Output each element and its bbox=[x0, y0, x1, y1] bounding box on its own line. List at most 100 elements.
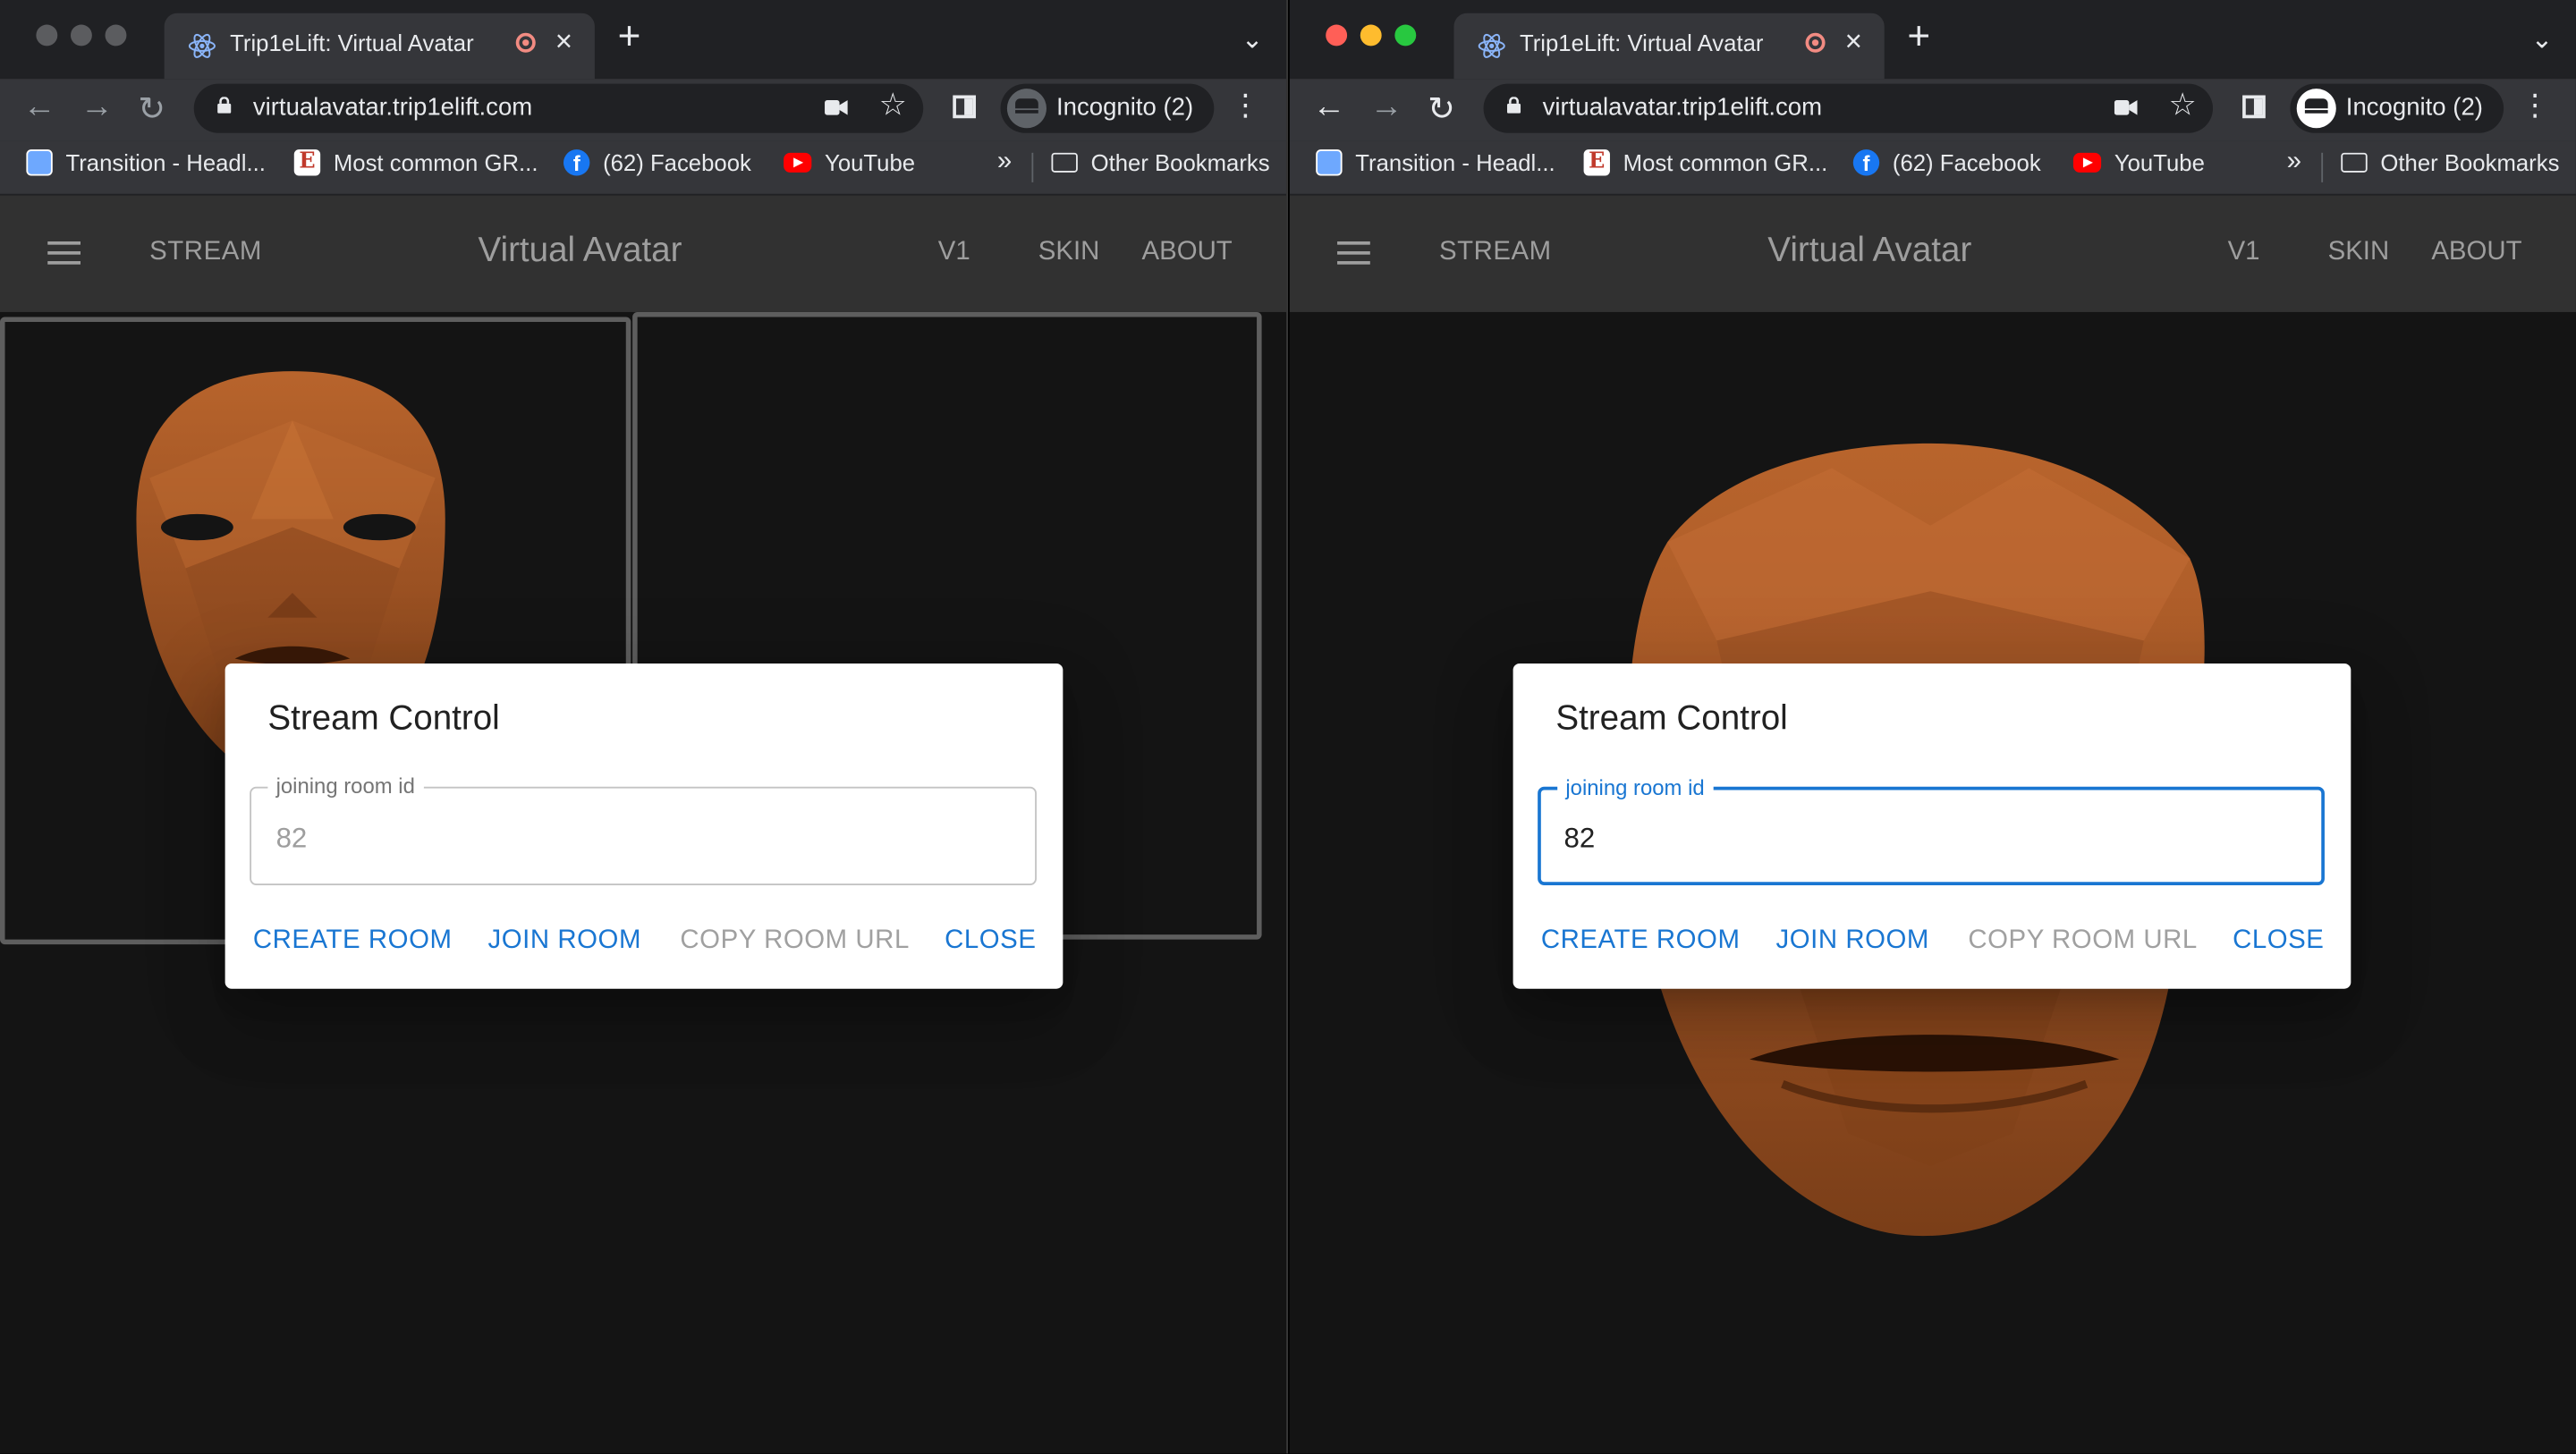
bookmark-item[interactable]: YouTube bbox=[2072, 149, 2205, 176]
profile-label: Incognito (2) bbox=[1055, 93, 1194, 122]
bookmark-item[interactable]: f (62) Facebook bbox=[1852, 149, 2041, 176]
hamburger-icon[interactable] bbox=[47, 241, 80, 265]
camera-icon[interactable] bbox=[825, 98, 848, 116]
minimize-window-button[interactable] bbox=[70, 24, 92, 46]
more-bookmarks-icon[interactable]: » bbox=[2287, 148, 2301, 177]
url-text: virtualavatar.trip1elift.com bbox=[252, 93, 533, 122]
reload-icon[interactable]: ↻ bbox=[1428, 89, 1455, 130]
transition-favicon-icon bbox=[26, 149, 53, 176]
hamburger-icon[interactable] bbox=[1337, 241, 1370, 265]
bookmark-separator bbox=[2321, 152, 2324, 182]
bookmark-item[interactable]: f (62) Facebook bbox=[563, 149, 751, 176]
forward-icon[interactable]: → bbox=[1370, 89, 1403, 126]
other-bookmarks-label: Other Bookmarks bbox=[1090, 149, 1270, 176]
bookmark-item[interactable]: Transition - Headl... bbox=[1316, 149, 1555, 176]
close-tab-icon[interactable]: × bbox=[555, 25, 572, 60]
tab-title: Trip1eLift: Virtual Avatar bbox=[1519, 30, 1764, 56]
incognito-profile-button[interactable]: Incognito (2) bbox=[2290, 83, 2504, 133]
bookmark-item[interactable]: Transition - Headl... bbox=[26, 149, 266, 176]
nav-skin[interactable]: SKIN bbox=[2328, 238, 2390, 267]
app-bar: STREAM Virtual Avatar V1 SKIN ABOUT bbox=[1289, 195, 2576, 312]
lock-icon bbox=[1507, 97, 1521, 114]
close-tab-icon[interactable]: × bbox=[1845, 25, 1862, 60]
toolbar: ← → ↻ virtualavatar.trip1elift.com ☆ Inc… bbox=[1289, 79, 2576, 141]
new-tab-button[interactable]: + bbox=[618, 17, 641, 57]
room-id-field[interactable]: joining room id 82 bbox=[250, 773, 1037, 885]
recording-indicator-icon bbox=[515, 32, 536, 53]
e-favicon-icon: E bbox=[293, 149, 321, 176]
e-favicon-icon: E bbox=[1583, 149, 1610, 176]
other-bookmarks-label: Other Bookmarks bbox=[2380, 149, 2560, 176]
nav-stream[interactable]: STREAM bbox=[1439, 238, 1552, 267]
address-bar[interactable]: virtualavatar.trip1elift.com ☆ bbox=[193, 83, 924, 133]
browser-tab[interactable]: Trip1eLift: Virtual Avatar × bbox=[164, 13, 595, 80]
incognito-profile-button[interactable]: Incognito (2) bbox=[1000, 83, 1215, 133]
incognito-icon bbox=[2296, 89, 2336, 129]
other-bookmarks[interactable]: Other Bookmarks bbox=[1051, 149, 1270, 176]
bookmark-label: Transition - Headl... bbox=[1355, 149, 1555, 176]
tab-search-icon[interactable]: ⌄ bbox=[1241, 23, 1264, 56]
close-window-button[interactable] bbox=[1326, 24, 1348, 46]
minimize-window-button[interactable] bbox=[1360, 24, 1382, 46]
nav-stream[interactable]: STREAM bbox=[149, 238, 262, 267]
browser-tab[interactable]: Trip1eLift: Virtual Avatar × bbox=[1453, 13, 1885, 80]
side-panel-icon[interactable] bbox=[2242, 95, 2266, 119]
folder-icon bbox=[2341, 152, 2368, 173]
nav-about[interactable]: ABOUT bbox=[2431, 238, 2521, 267]
bookmark-item[interactable]: YouTube bbox=[784, 149, 915, 176]
bookmark-star-icon[interactable]: ☆ bbox=[2168, 87, 2196, 124]
other-bookmarks[interactable]: Other Bookmarks bbox=[2341, 149, 2560, 176]
room-id-field[interactable]: joining room id 82 bbox=[1538, 774, 2325, 885]
new-tab-button[interactable]: + bbox=[1907, 17, 1930, 57]
window-controls bbox=[36, 24, 127, 46]
facebook-icon: f bbox=[563, 149, 590, 176]
stream-control-dialog: Stream Control joining room id 82 CREATE… bbox=[1513, 664, 2351, 989]
bookmark-item[interactable]: E Most common GR... bbox=[293, 149, 538, 176]
room-id-value: 82 bbox=[275, 823, 308, 855]
browser-menu-icon[interactable]: ⋮ bbox=[2520, 89, 2549, 123]
bookmarks-bar: Transition - Headl... E Most common GR...… bbox=[1289, 140, 2576, 196]
profile-label: Incognito (2) bbox=[2345, 93, 2483, 122]
nav-about[interactable]: ABOUT bbox=[1142, 238, 1233, 267]
zoom-window-button[interactable] bbox=[1394, 24, 1417, 46]
join-room-button[interactable]: JOIN ROOM bbox=[1775, 926, 1929, 956]
copy-room-url-button: COPY ROOM URL bbox=[1968, 926, 2198, 955]
back-icon[interactable]: ← bbox=[23, 89, 56, 126]
bookmark-label: Most common GR... bbox=[333, 149, 538, 176]
tab-strip: Trip1eLift: Virtual Avatar × + ⌄ bbox=[0, 0, 1287, 80]
create-room-button[interactable]: CREATE ROOM bbox=[1541, 926, 1741, 956]
create-room-button[interactable]: CREATE ROOM bbox=[253, 926, 453, 956]
side-panel-icon[interactable] bbox=[953, 95, 976, 119]
copy-room-url-button: COPY ROOM URL bbox=[680, 926, 910, 955]
forward-icon[interactable]: → bbox=[80, 89, 114, 126]
nav-skin[interactable]: SKIN bbox=[1038, 238, 1100, 267]
browser-window-left: Trip1eLift: Virtual Avatar × + ⌄ ← → ↻ v… bbox=[0, 0, 1288, 1454]
bookmark-item[interactable]: E Most common GR... bbox=[1583, 149, 1827, 176]
close-button[interactable]: CLOSE bbox=[945, 926, 1036, 956]
tab-search-icon[interactable]: ⌄ bbox=[2531, 23, 2554, 56]
bookmark-star-icon[interactable]: ☆ bbox=[879, 87, 907, 124]
reload-icon[interactable]: ↻ bbox=[138, 89, 165, 130]
close-button[interactable]: CLOSE bbox=[2233, 926, 2324, 956]
back-icon[interactable]: ← bbox=[1313, 89, 1346, 126]
browser-window-right: Trip1eLift: Virtual Avatar × + ⌄ ← → ↻ v… bbox=[1289, 0, 2576, 1454]
incognito-icon bbox=[1006, 89, 1046, 129]
bookmark-separator bbox=[1031, 152, 1034, 182]
app-bar: STREAM Virtual Avatar V1 SKIN ABOUT bbox=[0, 195, 1287, 312]
app-title: Virtual Avatar bbox=[478, 231, 682, 270]
browser-menu-icon[interactable]: ⋮ bbox=[1231, 89, 1260, 123]
join-room-button[interactable]: JOIN ROOM bbox=[487, 926, 641, 956]
bookmark-label: (62) Facebook bbox=[1892, 149, 2041, 176]
dialog-title: Stream Control bbox=[267, 699, 500, 738]
close-window-button[interactable] bbox=[36, 24, 58, 46]
bookmark-label: (62) Facebook bbox=[603, 149, 751, 176]
dialog-title: Stream Control bbox=[1555, 699, 1788, 738]
address-bar[interactable]: virtualavatar.trip1elift.com ☆ bbox=[1483, 83, 2214, 133]
more-bookmarks-icon[interactable]: » bbox=[997, 148, 1012, 177]
camera-icon[interactable] bbox=[2114, 98, 2138, 116]
nav-v1[interactable]: V1 bbox=[2228, 238, 2260, 267]
bookmark-label: YouTube bbox=[2114, 149, 2205, 176]
zoom-window-button[interactable] bbox=[105, 24, 127, 46]
nav-v1[interactable]: V1 bbox=[938, 238, 970, 267]
room-id-value: 82 bbox=[1563, 823, 1596, 855]
